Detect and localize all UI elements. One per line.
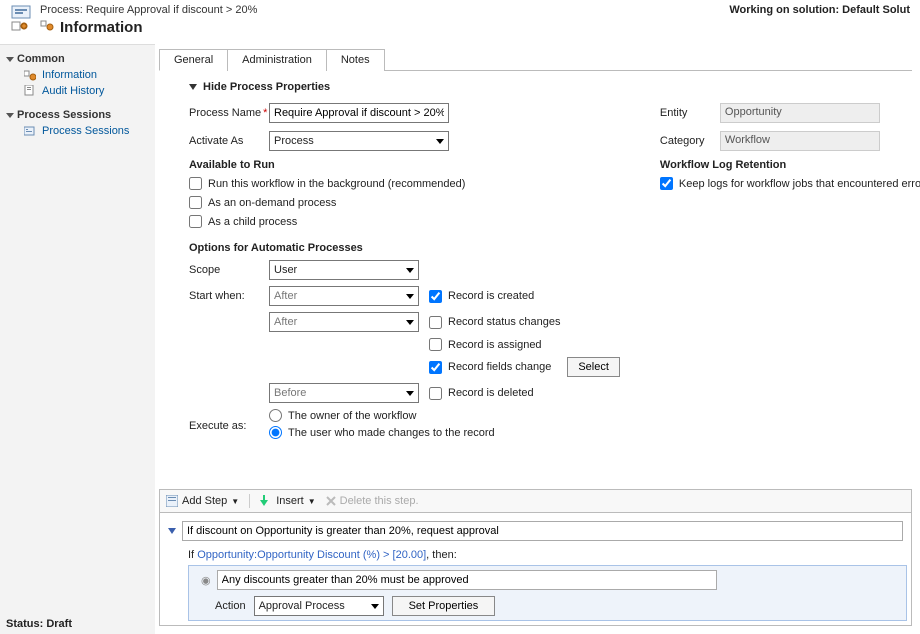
step-toolbar: Add Step ▼ Insert ▼ Delete this step.	[159, 489, 912, 513]
tab-administration[interactable]: Administration	[227, 49, 327, 71]
options-auto-heading: Options for Automatic Processes	[189, 242, 620, 254]
available-to-run-heading: Available to Run	[189, 159, 620, 171]
sidebar-item-information[interactable]: Information	[0, 67, 155, 83]
sidebar-item-process-sessions[interactable]: Process Sessions	[0, 123, 155, 139]
sidebar-item-audit-history[interactable]: Audit History	[0, 83, 155, 99]
entity-value: Opportunity	[720, 103, 880, 123]
sidebar-group-process-sessions[interactable]: Process Sessions	[0, 107, 155, 123]
execute-as-label: Execute as:	[189, 420, 269, 432]
step-collapse-icon[interactable]	[168, 528, 176, 534]
step-description-input[interactable]	[182, 521, 903, 541]
keep-logs-checkbox[interactable]	[660, 177, 673, 190]
tab-notes[interactable]: Notes	[326, 49, 385, 71]
process-name-input[interactable]	[269, 103, 449, 123]
status-bar: Status: Draft	[6, 618, 72, 630]
working-on-label: Working on solution: Default Solut	[729, 4, 910, 16]
tabs: General Administration Notes	[159, 48, 912, 71]
start-when-after-2-select[interactable]: After	[269, 312, 419, 332]
hide-process-properties-toggle[interactable]: Hide Process Properties	[189, 81, 330, 93]
select-fields-button[interactable]: Select	[567, 357, 620, 377]
sidebar-group-common[interactable]: Common	[0, 51, 155, 67]
category-label: Category	[660, 135, 720, 147]
record-status-checkbox[interactable]	[429, 316, 442, 329]
child-process-checkbox[interactable]	[189, 215, 202, 228]
scope-label: Scope	[189, 264, 269, 276]
record-assigned-checkbox[interactable]	[429, 338, 442, 351]
start-when-label: Start when:	[189, 290, 269, 302]
insert-button[interactable]: Insert ▼	[260, 495, 315, 507]
action-select[interactable]: Approval Process	[254, 596, 384, 616]
start-when-before-select[interactable]: Before	[269, 383, 419, 403]
start-when-after-1-select[interactable]: After	[269, 286, 419, 306]
add-step-button[interactable]: Add Step ▼	[166, 495, 239, 507]
activate-as-label: Activate As	[189, 135, 269, 147]
activate-as-select[interactable]: Process	[269, 131, 449, 151]
tab-general[interactable]: General	[159, 49, 228, 71]
title-sub-icon	[40, 18, 54, 36]
execute-user-radio[interactable]	[269, 426, 282, 439]
log-retention-heading: Workflow Log Retention	[660, 159, 920, 171]
if-condition-line: If Opportunity:Opportunity Discount (%) …	[164, 545, 907, 565]
record-fields-change-checkbox[interactable]	[429, 361, 442, 374]
record-created-checkbox[interactable]	[429, 290, 442, 303]
record-deleted-checkbox[interactable]	[429, 387, 442, 400]
entity-label: Entity	[660, 107, 720, 119]
scope-select[interactable]: User	[269, 260, 419, 280]
inner-step: ◉ Action Approval Process Set Properties	[188, 565, 907, 621]
category-value: Workflow	[720, 131, 880, 151]
on-demand-checkbox[interactable]	[189, 196, 202, 209]
bullet-icon: ◉	[201, 574, 211, 587]
execute-owner-radio[interactable]	[269, 409, 282, 422]
delete-step-button: Delete this step.	[326, 495, 419, 507]
run-background-checkbox[interactable]	[189, 177, 202, 190]
if-condition-link[interactable]: Opportunity:Opportunity Discount (%) > […	[197, 549, 426, 561]
process-name-label: Process Name	[189, 107, 261, 119]
breadcrumb: Process: Require Approval if discount > …	[40, 4, 257, 16]
process-icon	[10, 4, 32, 34]
page-title: Information	[60, 19, 143, 36]
set-properties-button[interactable]: Set Properties	[392, 596, 496, 616]
action-label: Action	[215, 600, 246, 612]
sidebar: Common Information Audit History Process…	[0, 44, 155, 634]
inner-step-description-input[interactable]	[217, 570, 717, 590]
